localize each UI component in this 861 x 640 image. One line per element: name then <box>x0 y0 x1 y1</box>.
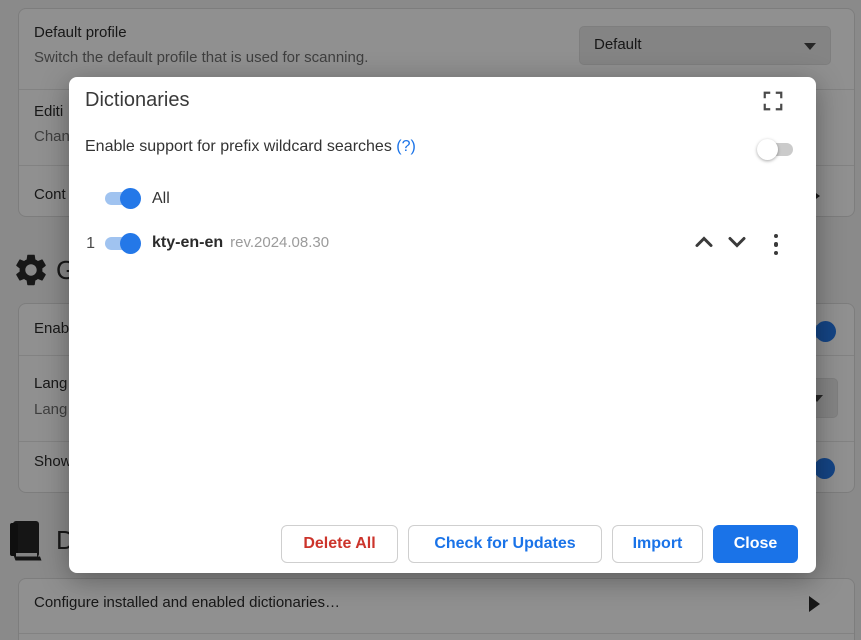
chevron-down-icon <box>725 230 749 254</box>
toggle-thumb <box>757 139 778 160</box>
import-button[interactable]: Import <box>612 525 703 563</box>
wildcard-toggle[interactable] <box>757 139 795 160</box>
wildcard-setting-text: Enable support for prefix wildcard searc… <box>85 138 396 155</box>
check-for-updates-button[interactable]: Check for Updates <box>408 525 602 563</box>
dictionary-name: kty-en-en <box>152 234 223 251</box>
settings-page: Default profile Switch the default profi… <box>0 0 861 640</box>
toggle-thumb <box>120 188 141 209</box>
close-button[interactable]: Close <box>713 525 798 563</box>
chevron-up-icon <box>692 230 716 254</box>
dictionary-title: kty-en-en rev.2024.08.30 <box>152 234 329 252</box>
dictionary-menu-button[interactable] <box>765 231 787 257</box>
dictionary-index: 1 <box>79 235 95 253</box>
dictionaries-dialog: Dictionaries Enable support for prefix w… <box>69 77 816 573</box>
fullscreen-button[interactable] <box>759 88 787 116</box>
kebab-menu-icon <box>765 234 787 256</box>
toggle-thumb <box>120 233 141 254</box>
wildcard-help-link[interactable]: (?) <box>396 138 416 155</box>
all-dictionaries-toggle[interactable] <box>103 188 141 209</box>
move-down-button[interactable] <box>724 230 750 256</box>
delete-all-button[interactable]: Delete All <box>281 525 398 563</box>
move-up-button[interactable] <box>691 230 717 256</box>
dictionary-revision: rev.2024.08.30 <box>230 234 329 251</box>
all-toggle-label: All <box>152 190 170 208</box>
dictionary-toggle[interactable] <box>103 233 141 254</box>
dialog-title: Dictionaries <box>85 89 189 112</box>
wildcard-setting-label: Enable support for prefix wildcard searc… <box>85 138 416 156</box>
fullscreen-icon <box>762 90 784 112</box>
